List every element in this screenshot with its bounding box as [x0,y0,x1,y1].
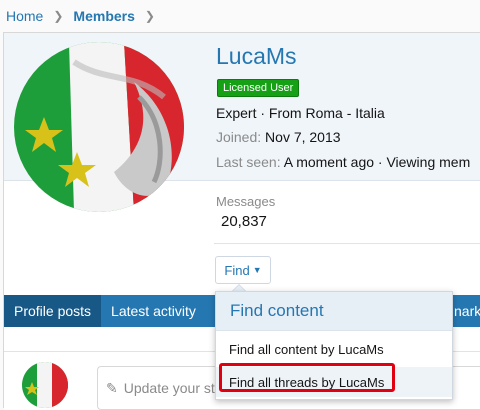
breadcrumb-home-link[interactable]: Home [6,8,43,24]
divider [214,243,480,244]
menu-caret [232,284,246,291]
tab-bookmarks[interactable]: narks [454,295,480,327]
last-seen-label: Last seen: [216,154,281,170]
pencil-icon: ✎ [106,379,118,396]
messages-count[interactable]: 20,837 [221,213,267,230]
highlight-box [219,363,395,392]
find-label: Find [224,262,250,278]
find-content-menu-title: Find content [216,292,452,331]
tab-latest-activity[interactable]: Latest activity [101,295,206,327]
find-button[interactable]: Find ▼ [215,256,271,284]
status-update-placeholder: Update your st [123,380,215,396]
chevron-right-icon: ❯ [144,9,155,23]
breadcrumb-members-link[interactable]: Members [73,8,134,24]
last-seen-value: A moment ago · Viewing mem [283,154,471,170]
joined-row: Joined: Nov 7, 2013 [216,129,341,145]
find-all-content-link[interactable]: Find all content by LucaMs [216,334,452,364]
joined-label: Joined: [216,129,262,145]
licensed-user-badge: Licensed User [217,79,300,97]
tab-profile-posts[interactable]: Profile posts [4,295,102,327]
joined-value: Nov 7, 2013 [265,129,341,145]
caret-down-icon: ▼ [252,265,262,275]
last-seen-row: Last seen: A moment ago · Viewing mem [216,154,470,170]
member-title-line: Expert · From Roma - Italia [216,105,385,121]
avatar[interactable] [14,42,184,212]
chevron-right-icon: ❯ [53,9,64,23]
current-user-avatar[interactable] [22,362,68,408]
breadcrumb: Home ❯ Members ❯ [0,0,480,32]
messages-label: Messages [216,194,276,209]
member-name[interactable]: LucaMs [216,43,297,70]
